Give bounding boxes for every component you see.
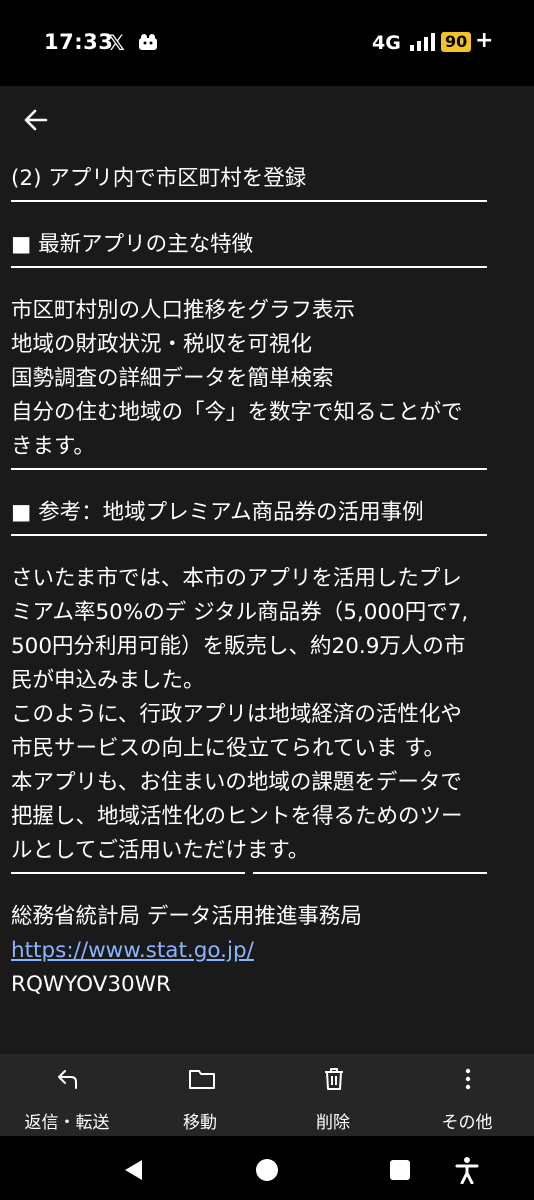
toolbar	[0, 86, 534, 158]
charging-indicator: +	[475, 28, 494, 53]
divider	[11, 200, 487, 202]
notification-app-icon	[139, 34, 157, 50]
reply-forward-button[interactable]: 返信・転送	[7, 1054, 127, 1136]
reply-forward-label: 返信・転送	[24, 1113, 110, 1133]
body-line: 民が申込みました。	[11, 668, 205, 693]
signature-link[interactable]: https://www.stat.go.jp/	[11, 938, 254, 963]
delete-label: 削除	[316, 1113, 350, 1133]
clock: 17:33	[44, 30, 114, 54]
folder-icon	[189, 1070, 215, 1089]
accessibility-icon[interactable]	[454, 1156, 480, 1184]
body-line: きます。	[11, 434, 95, 459]
body-line: さいたま市では、本市のアプリを活用したプレ	[11, 566, 462, 591]
section-heading: ■ 参考：地域プレミアム商品券の活用事例	[11, 500, 424, 525]
body-line: (2) アプリ内で市区町村を登録	[11, 166, 307, 191]
back-arrow-icon[interactable]	[22, 106, 50, 134]
body-line: 市区町村別の人口推移をグラフ表示	[11, 298, 356, 323]
action-bar: 返信・転送 移動 削除 その他	[0, 1054, 534, 1136]
body-line: 市民サービスの向上に役立てられていま す。	[11, 736, 446, 761]
signature-divider	[11, 872, 487, 874]
more-label: その他	[441, 1113, 493, 1133]
body-line: 国勢調査の詳細データを簡単検索	[11, 366, 334, 391]
reference-code: RQWYOV30WR	[11, 972, 171, 997]
move-button[interactable]: 移動	[140, 1054, 260, 1136]
body-line: 把握し、地域活性化のヒントを得るためのツー	[11, 804, 463, 829]
system-nav-bar	[0, 1136, 534, 1200]
section-heading: ■ 最新アプリの主な特徴	[11, 232, 254, 257]
body-line: 自分の住む地域の「今」を数字で知ることがで	[11, 400, 463, 425]
nav-recents-icon[interactable]	[389, 1159, 411, 1181]
network-type: 4G	[372, 32, 401, 54]
mail-body: (2) アプリ内で市区町村を登録 ■ 最新アプリの主な特徴 市区町村別の人口推移…	[0, 158, 534, 1054]
move-label: 移動	[183, 1113, 217, 1133]
divider	[11, 266, 487, 268]
body-line: 500円分利用可能）を販売し、約20.9万人の市	[11, 634, 466, 659]
delete-button[interactable]: 削除	[273, 1054, 393, 1136]
body-line: ミアム率50%のデ ジタル商品券（5,000円で7,	[11, 600, 469, 625]
body-line: ルとしてご活用いただけます。	[11, 838, 310, 863]
reply-icon	[58, 1070, 77, 1089]
signal-icon	[410, 33, 435, 51]
nav-home-icon[interactable]	[255, 1158, 279, 1182]
nav-back-icon[interactable]	[122, 1158, 144, 1182]
signature-org: 総務省統計局 データ活用推進事務局	[11, 904, 362, 929]
status-bar: 17:33 𝕏 4G 90 +	[0, 0, 534, 86]
x-logo-icon: 𝕏	[108, 31, 125, 55]
divider	[11, 468, 487, 470]
body-line: このように、行政アプリは地域経済の活性化や	[11, 702, 462, 727]
more-vert-icon	[465, 1068, 471, 1090]
body-line: 地域の財政状況・税収を可視化	[11, 332, 313, 357]
trash-icon	[325, 1068, 343, 1090]
divider	[11, 534, 487, 536]
battery-icon: 90	[441, 32, 472, 52]
body-line: 本アプリも、お住まいの地域の課題をデータで	[11, 770, 462, 795]
more-button[interactable]: その他	[407, 1054, 527, 1136]
